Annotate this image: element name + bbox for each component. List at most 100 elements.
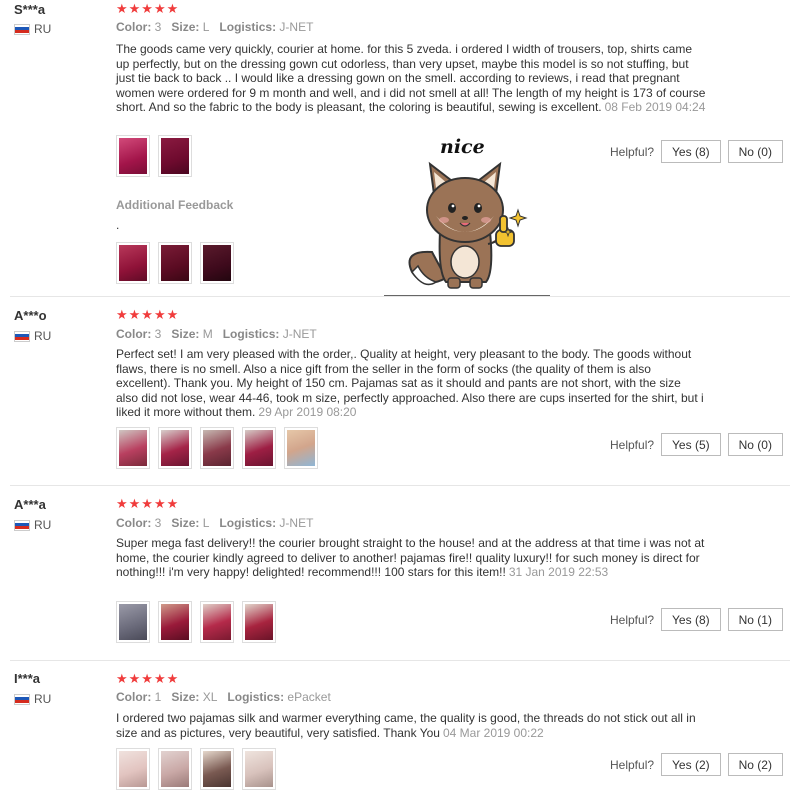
color-label: Color:: [116, 516, 152, 530]
review-photos: [116, 748, 276, 790]
review-photo-thumbnail[interactable]: [242, 748, 276, 790]
review-photo-thumbnail[interactable]: [200, 427, 234, 469]
helpful-label: Helpful?: [610, 757, 655, 772]
rating-stars: ★★★★★: [116, 671, 180, 686]
review-photos: [116, 601, 276, 643]
helpful-label: Helpful?: [610, 612, 655, 627]
additional-feedback-title: Additional Feedback: [116, 198, 234, 212]
review-photo-thumbnail[interactable]: [116, 601, 150, 643]
review-item: I***a RU ★★★★★ Color: 1 Size: XL Logisti…: [0, 662, 800, 800]
size-label: Size:: [171, 690, 200, 704]
review-photo-thumbnail[interactable]: [158, 427, 192, 469]
helpful-vote: Helpful? Yes (5) No (0): [610, 433, 783, 456]
order-info: Color: 3 Size: L Logistics: J-NET: [116, 516, 313, 530]
helpful-no-button[interactable]: No (1): [727, 608, 783, 631]
review-photo-thumbnail[interactable]: [158, 601, 192, 643]
color-value: 1: [154, 690, 162, 704]
logistics-value: ePacket: [287, 690, 331, 704]
review-date: 31 Jan 2019 22:53: [508, 565, 609, 579]
order-info: Color: 1 Size: XL Logistics: ePacket: [116, 690, 331, 704]
reviewer-country: RU: [14, 329, 51, 343]
helpful-no-button[interactable]: No (0): [727, 140, 783, 163]
review-date: 08 Feb 2019 04:24: [604, 100, 706, 114]
logistics-value: J-NET: [279, 20, 314, 34]
helpful-no-button[interactable]: No (2): [727, 753, 783, 776]
review-text: Perfect set! I am very pleased with the …: [116, 347, 706, 420]
review-date: 04 Mar 2019 00:22: [442, 725, 544, 740]
russia-flag-icon: [14, 693, 30, 705]
helpful-no-button[interactable]: No (0): [727, 433, 783, 456]
review-photo-thumbnail[interactable]: [116, 135, 150, 177]
sticker-divider: [384, 295, 550, 296]
review-text: Super mega fast delivery!! the courier b…: [116, 536, 706, 580]
helpful-label: Helpful?: [610, 144, 655, 159]
review-text: I ordered two pajamas silk and warmer ev…: [116, 711, 706, 740]
order-info: Color: 3 Size: L Logistics: J-NET: [116, 20, 313, 34]
size-value: L: [202, 516, 210, 530]
color-value: 3: [154, 327, 162, 341]
order-info: Color: 3 Size: M Logistics: J-NET: [116, 327, 317, 341]
review-photo-thumbnail[interactable]: [242, 601, 276, 643]
review-content: Perfect set! I am very pleased with the …: [116, 347, 704, 419]
nice-sticker: nice: [384, 132, 550, 296]
review-photo-thumbnail[interactable]: [116, 242, 150, 284]
helpful-yes-button[interactable]: Yes (8): [661, 608, 721, 631]
review-text: The goods came very quickly, courier at …: [116, 42, 706, 115]
color-value: 3: [154, 516, 162, 530]
logistics-label: Logistics:: [227, 690, 285, 704]
rating-stars: ★★★★★: [116, 307, 180, 322]
review-divider: [10, 485, 790, 486]
reviewer-country: RU: [14, 22, 51, 36]
additional-feedback-text: .: [116, 218, 120, 232]
review-item: A***a RU ★★★★★ Color: 3 Size: L Logistic…: [0, 488, 800, 660]
reviewer-name: A***o: [14, 308, 47, 323]
color-value: 3: [154, 20, 162, 34]
reviewer-country: RU: [14, 518, 51, 532]
logistics-value: J-NET: [282, 327, 317, 341]
helpful-vote: Helpful? Yes (8) No (0): [610, 140, 783, 163]
logistics-label: Logistics:: [219, 20, 277, 34]
color-label: Color:: [116, 690, 152, 704]
helpful-vote: Helpful? Yes (8) No (1): [610, 608, 783, 631]
review-photo-thumbnail[interactable]: [242, 427, 276, 469]
size-value: XL: [202, 690, 218, 704]
review-photo-thumbnail[interactable]: [284, 427, 318, 469]
review-photo-thumbnail[interactable]: [116, 748, 150, 790]
size-label: Size:: [171, 327, 200, 341]
review-photos: [116, 135, 192, 177]
rating-stars: ★★★★★: [116, 1, 180, 16]
logistics-label: Logistics:: [219, 516, 277, 530]
helpful-yes-button[interactable]: Yes (8): [661, 140, 721, 163]
review-content: Super mega fast delivery!! the courier b…: [116, 536, 705, 579]
review-divider: [10, 660, 790, 661]
country-code: RU: [34, 22, 52, 36]
size-value: M: [202, 327, 213, 341]
helpful-label: Helpful?: [610, 437, 655, 452]
review-item: A***o RU ★★★★★ Color: 3 Size: M Logistic…: [0, 300, 800, 486]
helpful-yes-button[interactable]: Yes (5): [661, 433, 721, 456]
review-photo-thumbnail[interactable]: [158, 242, 192, 284]
size-value: L: [202, 20, 210, 34]
helpful-vote: Helpful? Yes (2) No (2): [610, 753, 783, 776]
reviewer-name: I***a: [14, 671, 41, 686]
country-code: RU: [34, 518, 52, 532]
logistics-value: J-NET: [279, 516, 314, 530]
country-code: RU: [34, 329, 52, 343]
review-photo-thumbnail[interactable]: [116, 427, 150, 469]
color-label: Color:: [116, 20, 152, 34]
color-label: Color:: [116, 327, 152, 341]
helpful-yes-button[interactable]: Yes (2): [661, 753, 721, 776]
review-photo-thumbnail[interactable]: [200, 748, 234, 790]
review-photo-thumbnail[interactable]: [200, 601, 234, 643]
additional-feedback-photos: [116, 242, 234, 284]
review-photos: [116, 427, 318, 469]
review-photo-thumbnail[interactable]: [200, 242, 234, 284]
review-date: 29 Apr 2019 08:20: [258, 405, 357, 419]
review-photo-thumbnail[interactable]: [158, 135, 192, 177]
rating-stars: ★★★★★: [116, 496, 180, 511]
review-photo-thumbnail[interactable]: [158, 748, 192, 790]
fox-thumbs-up-icon: [408, 161, 528, 289]
russia-flag-icon: [14, 23, 30, 35]
russia-flag-icon: [14, 330, 30, 342]
reviewer-name: A***a: [14, 497, 46, 512]
